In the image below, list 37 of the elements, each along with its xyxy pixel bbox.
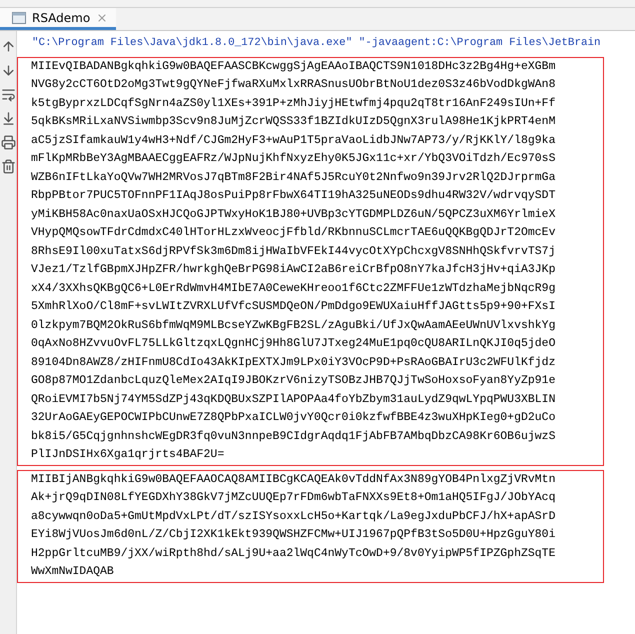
wrap-text-icon[interactable] (0, 87, 16, 102)
output-line: Ak+jrQ9qDIN08LfYEGDXhY38GkV7jMZcUUQEp7rFDm6wbTaFNXXs9Et8+Om1aHQ5IFgJ/JObYAcq (31, 490, 556, 506)
run-tab[interactable]: RSAdemo (0, 8, 116, 30)
console-icon (12, 12, 26, 24)
output-line: WwXmNwIDAQAB (31, 564, 115, 580)
output-line: k5tgByprxzLDCqfSgNrn4aZS0yl1XEs+391P+zMhJiyjHEtwfmj4pqu2qT8tr16AnF249sIUn+Ff (31, 96, 556, 112)
output-line: MIIEvQIBADANBgkqhkiG9w0BAQEFAASCBKcwggSjAgEAAoIBAQCTS9N1018DHc3z2Bg4Hg+eXGBm (31, 58, 556, 74)
output-line: RbpPBtor7PUC5TOFnnPF1IAqJ8osPuiPp8rFbwX64TI19hA325uNEODs9dhu4RW32V/wdrvqySDT (31, 188, 556, 204)
output-line: aC5jzSIfamkauW1y4wH3+Ndf/CJGm2HyF3+wAuP1T5praVaoLidbJNw7AP73/y/RjKKlY/l8g9ka (31, 132, 556, 148)
output-line: EYi8WjVUosJm6d0nL/Z/CbjI2XK1kEkt939QWSHZFCMw+UIJ1967pQPfB3tSo5D0U+HpzGguY80i (31, 527, 556, 543)
output-line: 89104Dn8AWZ8/zHIFnmU8CdIo43AkKIpEXTXJm9LPx0iY3VOcP9D+PsRAoGBAIrU3c2WFUlKfjdz (31, 354, 556, 370)
output-line: 5XmhRlXoO/Cl8mF+svLWItZVRXLUfVfcSUSMDQeON/PmDdgo9EWUXaiuHffJAGtts5p9+90+FXsI (31, 299, 556, 315)
scroll-to-end-icon[interactable] (0, 111, 16, 126)
output-line: 0lzkpym7BQM2OkRuS6bfmWqM9MLBcseYZwKBgFB2SL/zAguBki/UfJxQwAamAEeUWnUVlxvshkYg (31, 318, 556, 334)
output-line: bk8i5/G5CqjgnhnshcWEgDR3fq0vuN3nnpeB9CIdgrAqdq1FjAbFB7AMbqDbzCA98Kr6OB6ujwzS (31, 428, 556, 444)
output-line: 0qAxNo8HZvvuOvFL75LLkGltzqxLQgnHCj9Hh8GlU7JTxeg24MuE1pq0cQU8ARILnQKJI0q5jdeO (31, 336, 556, 352)
command-line: "C:\Program Files\Java\jdk1.8.0_172\bin\java.exe" "-javaagent:C:\Program Files\JetBrain (32, 36, 601, 51)
output-line: VJez1/TzlfGBpmXJHpZFR/hwrkghQeBrPG98iAwCI2aB6reiCrBfpO8nY7kaJfcH3jHv+qiA3JKp (31, 262, 556, 278)
output-line: a8cywwqn0oDa5+GmUtMpdVxLPt/dT/szISYsoxxLcH5o+Kartqk/La9egJxduPbCFJ/hX+apASrD (31, 508, 556, 524)
output-line: NVG8y2cCT6OtD2oMg3Twt9gQYNeFjfwaRXuMxlxRRASnusUObrBtNoU1dez0S3z46bVodDkgWAn8 (31, 77, 556, 93)
output-line: QRoiEVMI7b5Nj74YM5SdZPj43qKDQBUxSZPIlAPOPAa4foYbZbym31auLydZ9qwLYpqPWU3XBLIN (31, 392, 556, 408)
output-line: mFlKpMRbBeY3AgMBAAECggEAFRz/WJpNujKhfNxyzEhy0K5JGx11c+xr/YbQ3VOiTdzh/Ec970sS (31, 151, 556, 167)
trash-icon[interactable] (0, 159, 16, 174)
output-line: MIIBIjANBgkqhkiG9w0BAQEFAAOCAQ8AMIIBCgKCAQEAk0vTddNfAx3N89gYOB4PnlxgZjVRvMtn (31, 472, 556, 488)
output-line: xX4/3XXhsQKBgQC6+L0ErRdWmvH4MIbE7A0CeweKHreoo1f6Ctc2ZMFFUe1zWTdzhaMejbNqcR9g (31, 280, 556, 296)
output-line: 5qkBKsMRiLxaNVSiwmbp3Scv9n8JuMjZcrWQSS33f1BZIdkUIzD5QgnX3rulA98He1KjkPRT4enM (31, 114, 556, 130)
printer-icon[interactable] (0, 135, 16, 150)
close-icon[interactable] (96, 12, 108, 24)
output-line: PlIJnDSIHx6Xga1qrjrts4BAF2U= (31, 447, 226, 463)
output-line: H2ppGrltcuMB9/jXX/wiRpth8hd/sALj9U+aa2lWqC4nWyTcOwD+9/8v0YyipWP5fIPZGphZSqTE (31, 546, 556, 562)
output-line: VHypQMQsowTFdrCdmdxC40lHTorHLzxWveocjFfbld/RKbnnuSCLmcrTAE6uQQKBgQDJrT2OmcEv (31, 225, 556, 241)
output-line: WZB6nIFtLkaYoQVw7WH2MRVosJ7qBTm8F2Bir4NAf5J5RcuY0t2Nnfwo9n39Jrv2RlQ2DJrprmGa (31, 170, 556, 186)
output-line: 8RhsE9Il00xuTatxS6djRPVfSk3m6Dm8ijHWaIbVFEkI44vycOtXYpChcxgV8SNHhQSkfvrvTS7j (31, 244, 556, 260)
down-arrow-icon[interactable] (0, 63, 16, 78)
output-line: GO8p87MO1ZdanbcLquzQleMex2AIqI9JBOKzrV6nizyTSOBzJHB7QJjTwSoHoxsoFyan8YyZp91e (31, 373, 556, 389)
output-line: 32UrAoGAEyGEPOCWIPbCUnwE7Z8QPbPxaICLW0jvY0Qcr0i0kzfwfBBE4z3wuXHpKIeg0+gD2uCo (31, 410, 556, 426)
output-line: yMiKBH58Ac0naxUaOSxHJCQoGJPTWxyHoK1BJ80+UVBp3cYTGDMPLDZ6uN/5QPCZ3uXM6YrlmieX (31, 206, 556, 222)
